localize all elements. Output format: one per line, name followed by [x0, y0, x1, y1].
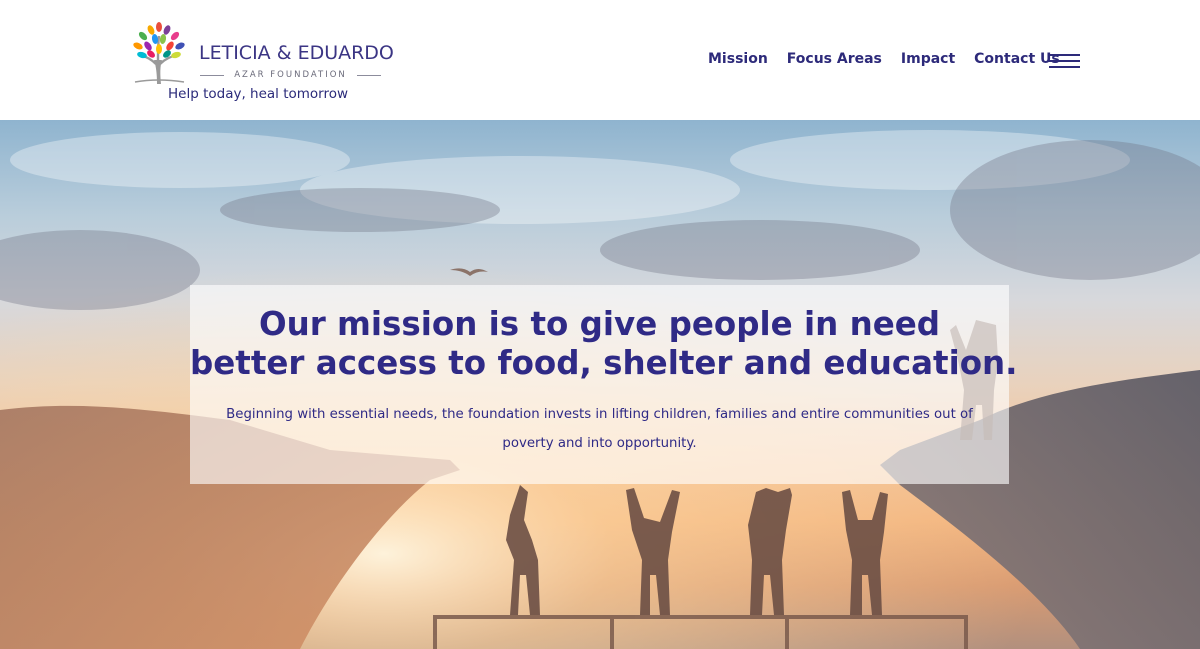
divider [357, 74, 381, 76]
mission-heading-line-1: Our mission is to give people in need [258, 305, 941, 343]
divider [200, 74, 224, 76]
tree-logo-icon [133, 22, 185, 84]
mission-heading: Our mission is to give people in need be… [190, 305, 1018, 383]
nav-link-contact-us[interactable]: Contact Us [974, 51, 1060, 67]
logo-subtitle: AZAR FOUNDATION [234, 70, 347, 80]
logo-tagline: Help today, heal tomorrow [168, 86, 349, 102]
hamburger-menu-icon[interactable] [1049, 51, 1081, 69]
logo-link[interactable]: LETICIA & EDUARDO AZAR FOUNDATION Help t… [130, 22, 400, 108]
mission-statement-card: Our mission is to give people in need be… [190, 285, 1018, 484]
nav-link-mission[interactable]: Mission [708, 51, 768, 67]
main-nav: Mission Focus Areas Impact Contact Us [700, 48, 1079, 70]
mission-description: Beginning with essential needs, the foun… [226, 407, 973, 451]
logo-subtitle-row: AZAR FOUNDATION [200, 69, 381, 81]
logo-name: LETICIA & EDUARDO [199, 42, 394, 64]
hero-banner: Our mission is to give people in need be… [0, 120, 1200, 649]
nav-link-impact[interactable]: Impact [901, 51, 955, 67]
site-header: LETICIA & EDUARDO AZAR FOUNDATION Help t… [0, 0, 1200, 120]
mission-heading-line-2: better access to food, shelter and educa… [190, 344, 1018, 382]
nav-link-focus-areas[interactable]: Focus Areas [787, 51, 882, 67]
